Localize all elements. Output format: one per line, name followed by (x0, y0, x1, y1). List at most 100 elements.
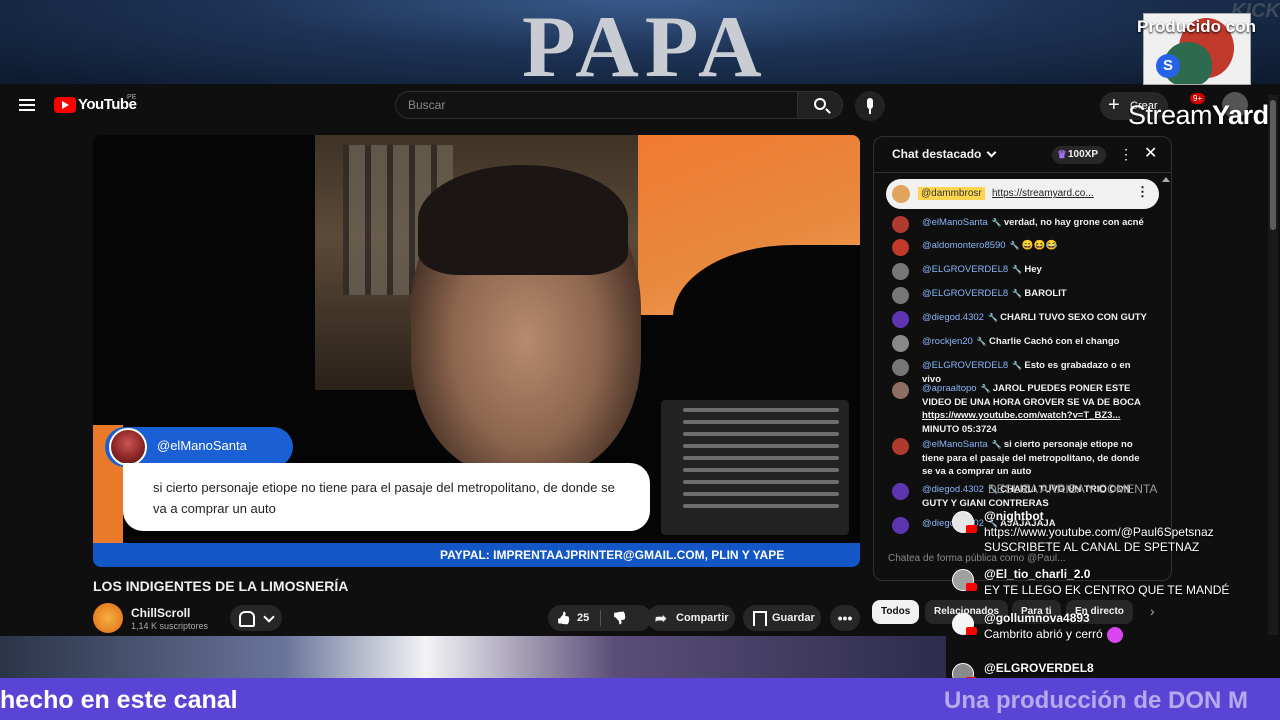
chat-message[interactable]: @ELGROVERDEL8 🔧 Hey (892, 263, 1152, 280)
chat-avatar[interactable] (892, 483, 909, 500)
wrench-icon: 🔧 (1012, 289, 1025, 298)
wrench-icon: 🔧 (1009, 241, 1022, 250)
chat-username[interactable]: @ELGROVERDEL8 (922, 360, 1008, 371)
chat-text-tail: MINUTO 05:3724 (922, 423, 997, 435)
overlay-chat-text-content: EY TE LLEGO EK CENTRO QUE TE MANDÉ (984, 583, 1230, 597)
overlay-chat-username: @El_tio_charli_2.0 (984, 567, 1091, 581)
save-button[interactable]: Guardar (743, 605, 821, 631)
chat-message[interactable]: @rockjen20 🔧 Charlie Cachó con el chango (892, 335, 1152, 352)
chat-avatar[interactable] (892, 382, 909, 399)
video-title: LOS INDIGENTES DE LA LIMOSNERÍA (93, 578, 349, 594)
overlay-avatar (109, 428, 147, 466)
overlay-chat: DESLIZA ARRIBA Y COMENTA @nightbot https:… (946, 475, 1280, 691)
chat-avatar[interactable] (892, 287, 909, 304)
like-divider (600, 610, 601, 626)
overlay-chat-text: EY TE LLEGO EK CENTRO QUE TE MANDÉ (984, 583, 1274, 598)
chat-text: Hey (1024, 264, 1042, 275)
video-embedded-chat (661, 400, 849, 535)
dislike-icon[interactable]: 👎 (612, 605, 627, 631)
chat-message[interactable]: @aldomontero8590 🔧 😄😆😂 (892, 239, 1152, 256)
more-actions-button[interactable]: ••• (830, 605, 860, 631)
video-player[interactable]: @elManoSanta si cierto personaje etiope … (93, 135, 860, 567)
chip-0[interactable]: Todos (872, 600, 920, 624)
xp-badge[interactable]: 100XP (1052, 146, 1106, 164)
pinned-link[interactable]: https://streamyard.co... (992, 188, 1094, 199)
youtube-badge-icon (966, 525, 977, 533)
like-count: 25 (577, 612, 590, 624)
chat-message-body: @rockjen20 🔧 Charlie Cachó con el chango (922, 335, 1152, 349)
search-button[interactable] (797, 91, 843, 119)
chat-avatar[interactable] (892, 239, 909, 256)
youtube-logo[interactable]: YouTube PE (54, 94, 137, 113)
wrench-icon: 🔧 (1012, 265, 1025, 274)
country-code: PE (127, 94, 137, 101)
chat-message-body: @aldomontero8590 🔧 😄😆😂 (922, 239, 1152, 253)
chat-message[interactable]: @elManoSanta 🔧 si cierto personaje etiope… (892, 438, 1152, 479)
chat-message[interactable]: @ELGROVERDEL8 🔧 BAROLIT (892, 287, 1152, 304)
channel-name[interactable]: ChillScroll (131, 606, 190, 620)
chat-avatar[interactable] (892, 335, 909, 352)
pinned-message[interactable]: @dammbrosr https://streamyard.co... ⋮ (886, 179, 1159, 209)
ticker-left-text: hecho en este canal (0, 686, 238, 714)
chat-text: CHARLI TUVO SEXO CON GUTY (1000, 312, 1147, 323)
youtube-badge-icon (966, 583, 977, 591)
stream-banner: PAPA KICK (0, 0, 1280, 84)
youtube-header: YouTube PE Buscar Crear 9+ (0, 84, 1280, 128)
chat-username[interactable]: @diegod.4302 (922, 312, 984, 323)
chat-options-icon[interactable]: ⋮ (1119, 146, 1133, 163)
pinned-username: @dammbrosr (918, 187, 985, 200)
chat-username[interactable]: @rockjen20 (922, 336, 973, 347)
bottom-video-strip (0, 636, 946, 678)
pinned-options-icon[interactable]: ⋮ (1136, 184, 1149, 200)
youtube-badge-icon (966, 627, 977, 635)
chat-message-body: @apraaltopo 🔧 JAROL PUEDES PONER ESTE VID… (922, 382, 1152, 436)
chat-text: verdad, no hay grone con acné (1003, 217, 1144, 228)
chat-avatar[interactable] (892, 216, 909, 233)
search-input[interactable]: Buscar (395, 91, 798, 119)
wrench-icon: 🔧 (976, 337, 990, 346)
chat-message[interactable]: @diegod.4302 🔧 CHARLI TUVO SEXO CON GUTY (892, 311, 1152, 328)
chat-header: Chat destacado 100XP ⋮ ✕ (874, 137, 1171, 173)
share-button[interactable]: Compartir (647, 605, 735, 631)
wrench-icon: 🔧 (991, 218, 1004, 227)
close-icon[interactable]: ✕ (1144, 143, 1157, 163)
scrollbar-thumb[interactable] (1270, 100, 1276, 230)
chat-avatar[interactable] (892, 359, 909, 376)
overlay-chat-username: @ELGROVERDEL8 (984, 661, 1094, 675)
chat-mode-dropdown[interactable]: Chat destacado (892, 147, 981, 161)
menu-icon[interactable] (19, 99, 35, 111)
chat-message[interactable]: @apraaltopo 🔧 JAROL PUEDES PONER ESTE VID… (892, 382, 1152, 436)
pinned-avatar (892, 185, 910, 203)
chat-avatar[interactable] (892, 438, 909, 455)
wrench-icon: 🔧 (991, 440, 1004, 449)
chat-message[interactable]: @elManoSanta 🔧 verdad, no hay grone con a… (892, 216, 1152, 233)
overlay-chat-username: @nightbot (984, 509, 1044, 523)
chat-link[interactable]: https://www.youtube.com/watch?v=T_BZ3... (922, 410, 1120, 421)
overlay-chat-text-content: https://www.youtube.com/@Paul6Spetsnaz S… (984, 525, 1214, 554)
overlay-username: @elManoSanta (157, 438, 247, 453)
notification-bell-button[interactable] (230, 605, 282, 631)
channel-avatar[interactable] (93, 603, 123, 633)
chat-text: 😄😆😂 (1021, 240, 1058, 251)
produced-by-label: Producido con (1137, 17, 1256, 36)
s-logo-icon: S (1156, 54, 1180, 78)
chat-message-body: @elManoSanta 🔧 si cierto personaje etiope… (922, 438, 1152, 479)
chat-username[interactable]: @aldomontero8590 (922, 240, 1006, 251)
streamyard-logo: StreamYard (1128, 100, 1269, 130)
search-icon (814, 98, 826, 110)
chat-username[interactable]: @ELGROVERDEL8 (922, 264, 1008, 275)
chat-message-body: @ELGROVERDEL8 🔧 BAROLIT (922, 287, 1152, 301)
like-button[interactable]: 25 👎 (548, 605, 652, 631)
voice-search-icon[interactable] (855, 91, 885, 121)
chat-username[interactable]: @ELGROVERDEL8 (922, 288, 1008, 299)
chat-text: Charlie Cachó con el chango (989, 336, 1120, 347)
chat-username[interactable]: @apraaltopo (922, 383, 977, 394)
chat-avatar[interactable] (892, 517, 909, 534)
chat-username[interactable]: @elManoSanta (922, 217, 988, 228)
banner-title: PAPA (522, 0, 768, 85)
ticker-right-text: Una producción de DON M (944, 687, 1249, 714)
chat-avatar[interactable] (892, 311, 909, 328)
chat-avatar[interactable] (892, 263, 909, 280)
chat-message-body: @ELGROVERDEL8 🔧 Hey (922, 263, 1152, 277)
chat-username[interactable]: @elManoSanta (922, 439, 988, 450)
